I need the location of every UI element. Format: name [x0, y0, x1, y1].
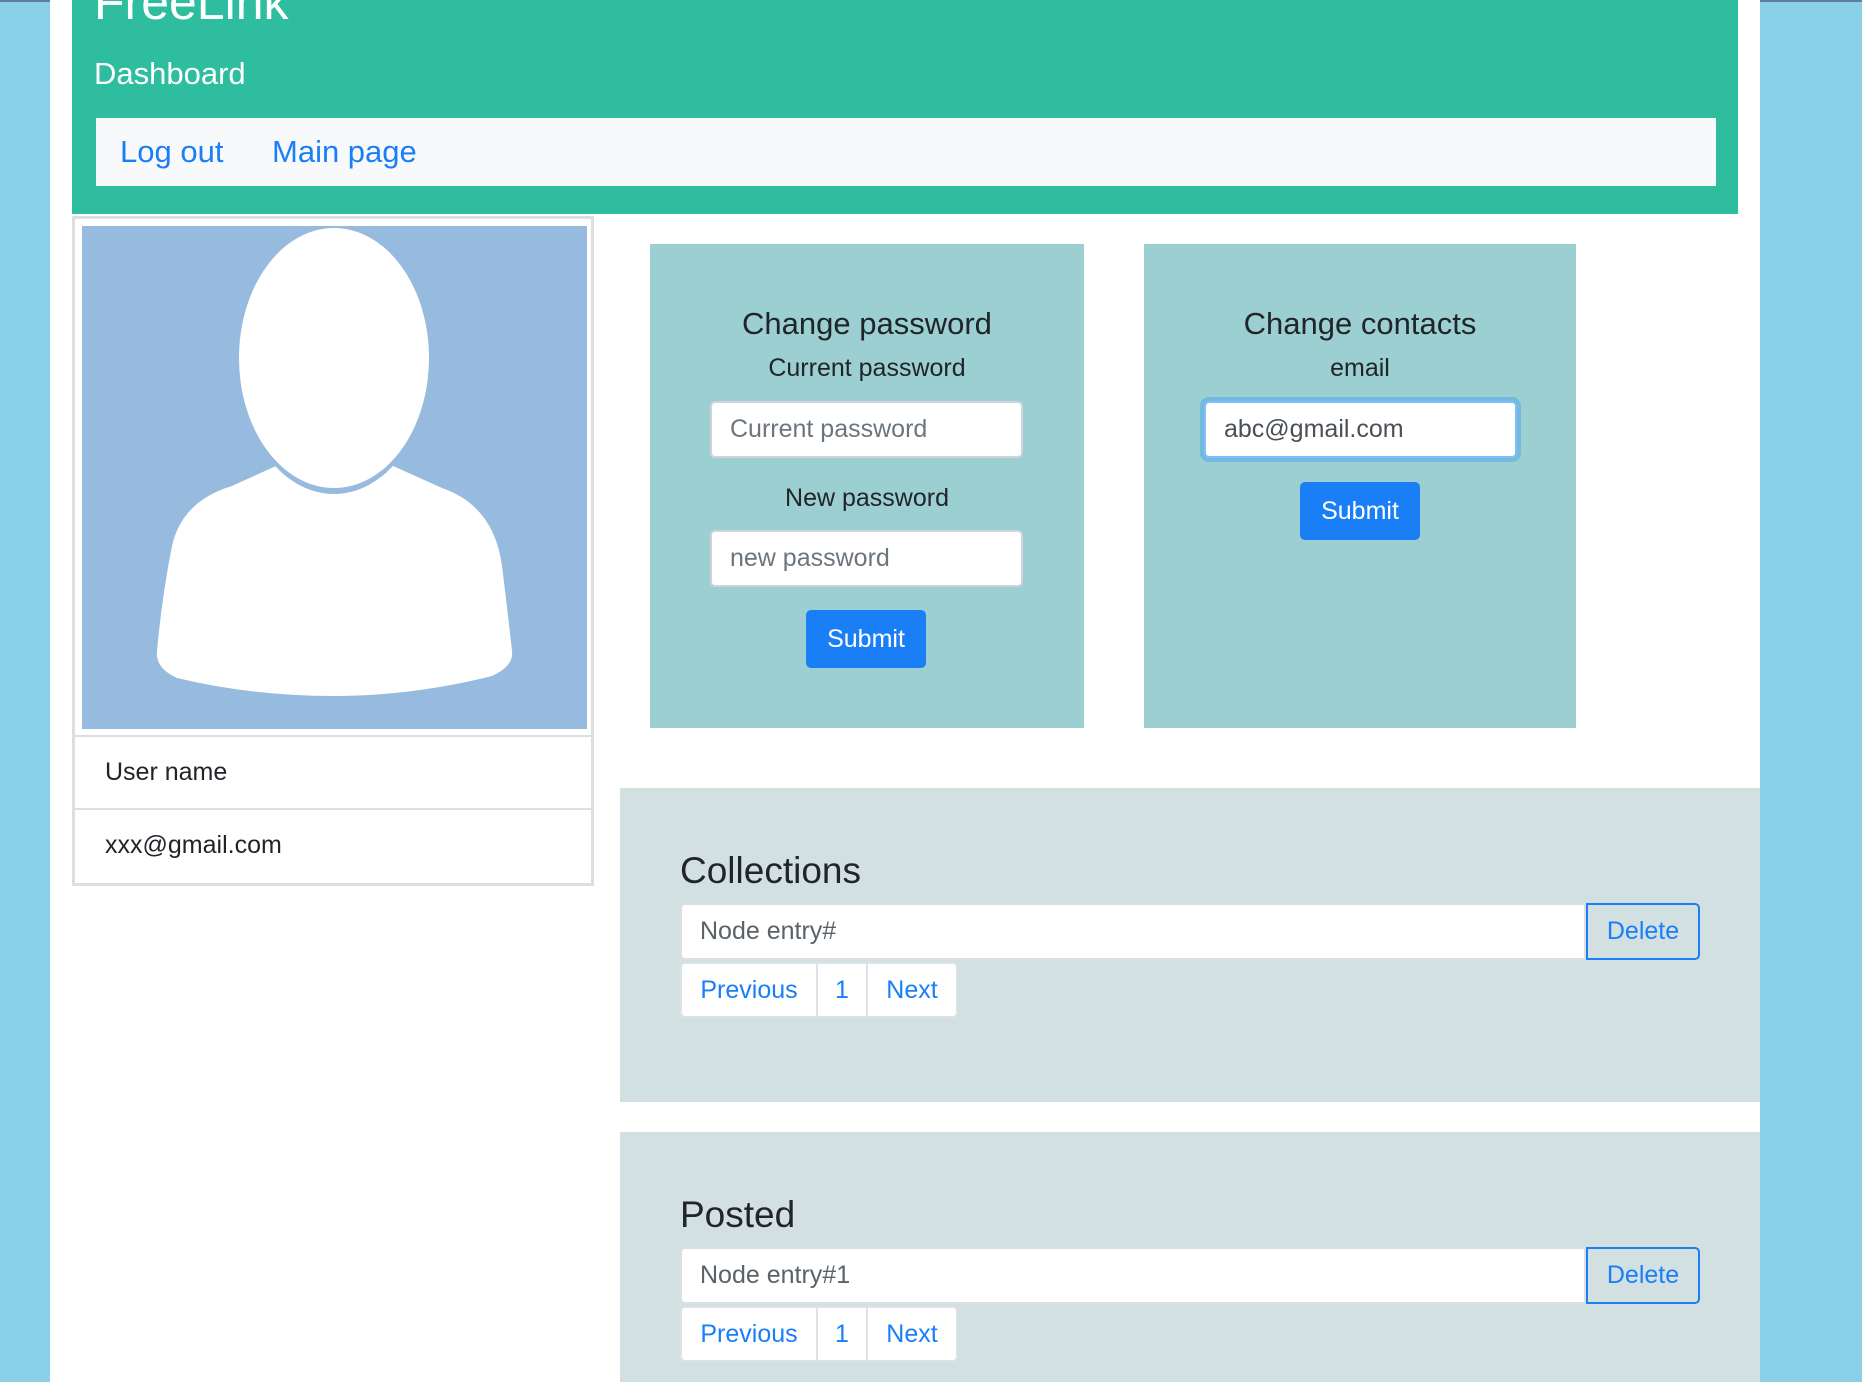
navbar: Log out Main page [96, 118, 1716, 186]
new-password-label: New password [785, 484, 949, 512]
page-subtitle: Dashboard [94, 56, 246, 91]
nav-logout-link[interactable]: Log out [120, 118, 223, 186]
collections-pagination: Previous 1 Next [680, 962, 958, 1018]
collections-entry[interactable]: Node entry# [680, 903, 1586, 960]
posted-section: Posted Node entry#1 Delete Previous 1 Ne… [620, 1132, 1760, 1382]
profile-card: User name xxx@gmail.com [72, 216, 594, 886]
collections-next-button[interactable]: Next [866, 962, 958, 1018]
user-silhouette-icon [156, 228, 513, 696]
collections-previous-button[interactable]: Previous [680, 962, 818, 1018]
nav-main-page-link[interactable]: Main page [272, 118, 417, 186]
collections-delete-button[interactable]: Delete [1586, 903, 1700, 960]
change-contacts-panel: Change contacts email Submit [1144, 244, 1576, 728]
posted-next-button[interactable]: Next [866, 1306, 958, 1362]
current-password-input[interactable] [710, 401, 1023, 458]
collections-section: Collections Node entry# Delete Previous … [620, 788, 1760, 1102]
page-container: FreeLink Dashboard Log out Main page Use… [50, 0, 1760, 1382]
posted-pagination: Previous 1 Next [680, 1306, 958, 1362]
change-password-title: Change password [742, 306, 992, 341]
contacts-submit-button[interactable]: Submit [1300, 482, 1420, 540]
new-password-input[interactable] [710, 530, 1023, 587]
posted-title: Posted [680, 1194, 796, 1235]
posted-previous-button[interactable]: Previous [680, 1306, 818, 1362]
brand-title: FreeLink [94, 0, 289, 30]
current-password-label: Current password [768, 354, 966, 382]
profile-user-name: User name [75, 735, 591, 808]
email-field[interactable] [1204, 401, 1517, 458]
password-submit-button[interactable]: Submit [806, 610, 926, 668]
header: FreeLink Dashboard Log out Main page [72, 0, 1738, 214]
posted-page-1[interactable]: 1 [816, 1306, 868, 1362]
posted-delete-button[interactable]: Delete [1586, 1247, 1700, 1304]
collections-page-1[interactable]: 1 [816, 962, 868, 1018]
profile-email: xxx@gmail.com [75, 808, 591, 881]
posted-entry[interactable]: Node entry#1 [680, 1247, 1586, 1304]
email-label: email [1330, 354, 1390, 382]
collections-title: Collections [680, 850, 861, 891]
change-password-panel: Change password Current password New pas… [650, 244, 1084, 728]
change-contacts-title: Change contacts [1243, 306, 1477, 341]
avatar [82, 226, 587, 729]
